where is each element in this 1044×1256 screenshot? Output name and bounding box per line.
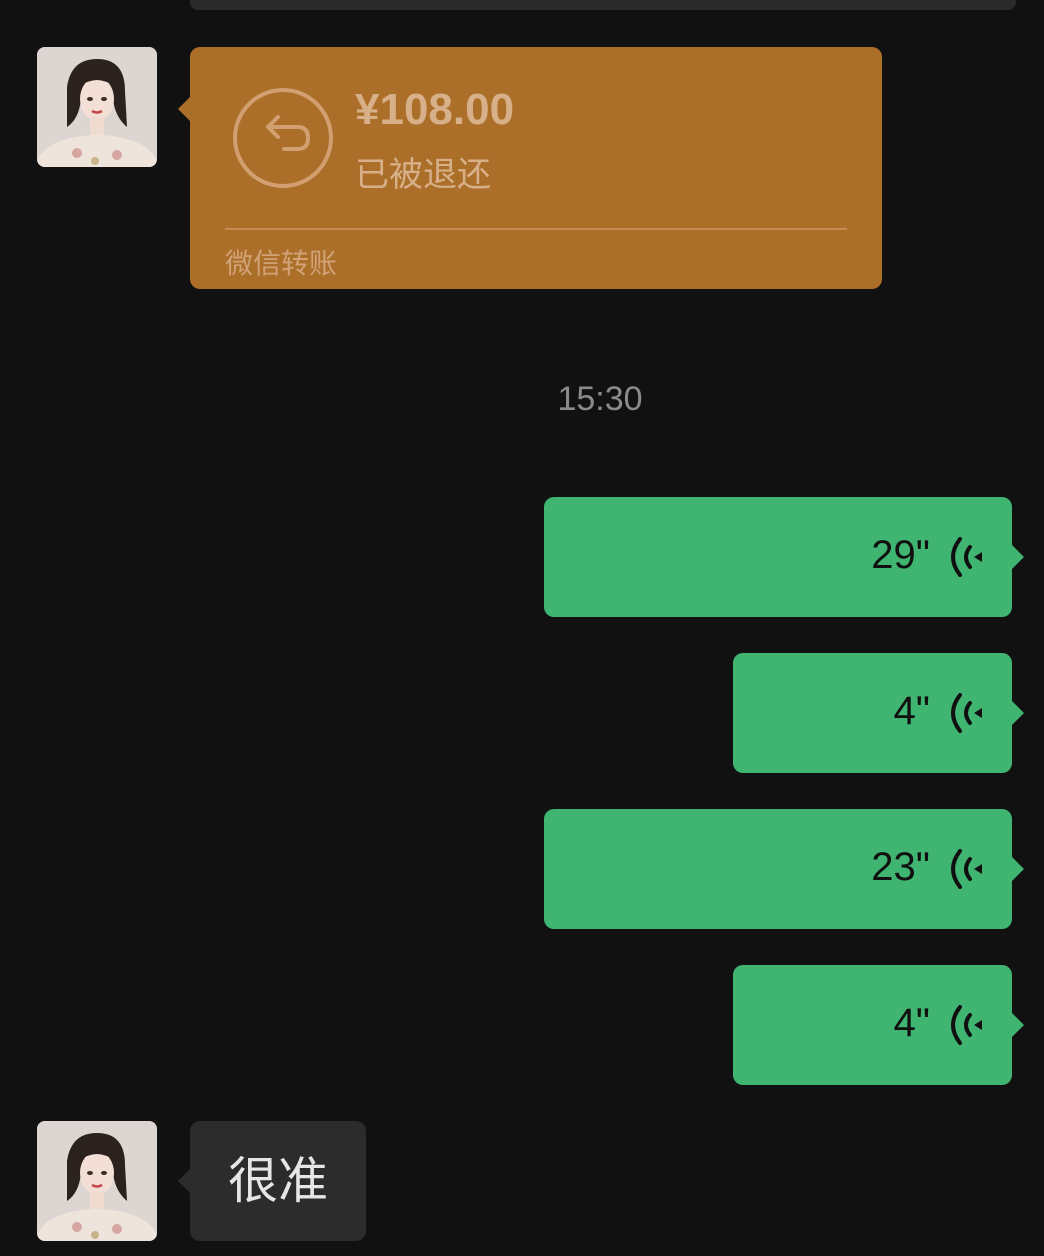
transfer-card[interactable]: ¥108.00 已被退还 微信转账 [178, 47, 882, 289]
voice-message[interactable]: 4" [733, 965, 1024, 1085]
text-message[interactable]: 很准 [178, 1121, 366, 1241]
voice-wave-icon [951, 693, 982, 733]
message-timestamp: 15:30 [557, 380, 643, 418]
refund-arrow-icon [233, 88, 333, 188]
transfer-amount: ¥108.00 [355, 85, 515, 134]
transfer-footer-label: 微信转账 [225, 247, 338, 280]
previous-message-bubble [190, 0, 1016, 10]
voice-duration: 29" [871, 533, 930, 577]
contact-avatar[interactable] [37, 1121, 157, 1241]
voice-duration: 4" [893, 1001, 930, 1045]
transfer-divider [225, 228, 847, 230]
voice-message[interactable]: 23" [544, 809, 1024, 929]
voice-duration: 23" [871, 845, 930, 889]
voice-wave-icon [951, 1005, 982, 1045]
voice-message[interactable]: 4" [733, 653, 1024, 773]
contact-avatar[interactable] [37, 47, 157, 167]
voice-wave-icon [951, 849, 982, 889]
voice-message[interactable]: 29" [544, 497, 1024, 617]
voice-duration: 4" [893, 689, 930, 733]
voice-wave-icon [951, 537, 982, 577]
transfer-status: 已被退还 [355, 155, 491, 195]
